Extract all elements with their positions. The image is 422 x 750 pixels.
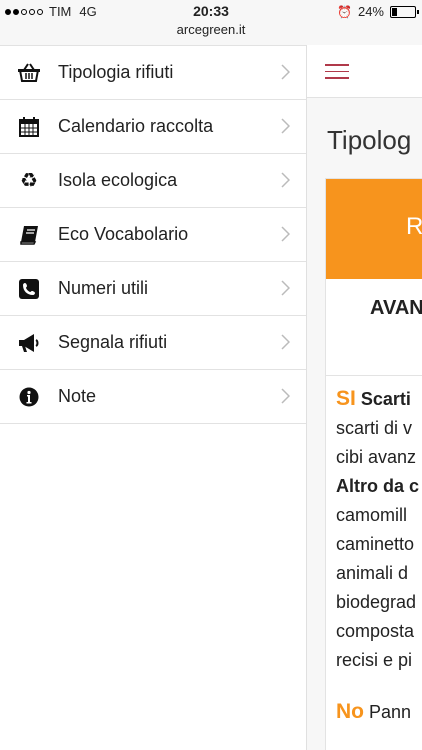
menu-item-label: Isola ecologica	[58, 170, 178, 190]
info-icon	[18, 386, 40, 408]
book-icon	[18, 224, 40, 246]
menu-item-calendario-raccolta[interactable]: Calendario raccolta	[0, 100, 306, 154]
chevron-right-icon	[281, 388, 290, 404]
card-header: R	[326, 179, 422, 279]
body-line: Altro da c	[336, 476, 420, 496]
body-line: Scarti	[360, 389, 411, 409]
body-line: caminetto	[336, 534, 415, 554]
no-label: No	[336, 700, 364, 723]
card-body: SI Scarti scarti di v cibi avanz Altro d…	[336, 384, 422, 727]
divider	[326, 375, 422, 376]
alarm-icon: ⏰	[337, 4, 352, 19]
side-menu: Tipologia rifiuti Calendario raccolta ♻ …	[0, 45, 306, 750]
body-line: biodegrad	[336, 592, 417, 612]
body-line: Pann	[369, 702, 412, 722]
menu-item-note[interactable]: Note	[0, 370, 306, 424]
hamburger-menu-icon[interactable]	[325, 64, 349, 84]
card-header-text: R	[406, 213, 422, 240]
status-right: ⏰ 24%	[337, 4, 419, 19]
chevron-right-icon	[281, 64, 290, 80]
body-line: scarti di v	[336, 418, 413, 438]
menu-item-label: Numeri utili	[58, 278, 149, 298]
chevron-right-icon	[281, 172, 290, 188]
menu-item-label: Eco Vocabolario	[58, 224, 189, 244]
megaphone-icon	[18, 332, 40, 354]
recycle-icon: ♻	[20, 170, 38, 192]
main-content: Tipolog R AVAN SI Scarti scarti di v cib…	[306, 45, 422, 750]
body-line: cibi avanz	[336, 447, 417, 467]
body-line: camomill	[336, 505, 408, 525]
battery-icon	[390, 5, 419, 18]
page-title: Tipolog	[327, 125, 412, 155]
menu-item-eco-vocabolario[interactable]: Eco Vocabolario	[0, 208, 306, 262]
menu-item-tipologia-rifiuti[interactable]: Tipologia rifiuti	[0, 46, 306, 100]
basket-icon	[18, 62, 40, 84]
calendar-icon	[18, 116, 40, 138]
body-line: composta	[336, 621, 415, 641]
menu-item-label: Segnala rifiuti	[58, 332, 168, 352]
card-subtitle: AVAN	[370, 297, 422, 319]
menu-item-isola-ecologica[interactable]: ♻ Isola ecologica	[0, 154, 306, 208]
body-line: animali d	[336, 563, 409, 583]
battery-percent: 24%	[357, 4, 384, 19]
url-bar[interactable]: arcegreen.it	[0, 22, 422, 44]
phone-icon	[18, 278, 40, 300]
menu-item-segnala-rifiuti[interactable]: Segnala rifiuti	[0, 316, 306, 370]
menu-item-label: Calendario raccolta	[58, 116, 214, 136]
menu-item-label: Note	[58, 386, 97, 406]
body-line: recisi e pi	[336, 650, 413, 670]
status-bar: TIM 4G 20:33 ⏰ 24%	[0, 0, 422, 22]
menu-item-numeri-utili[interactable]: Numeri utili	[0, 262, 306, 316]
menu-item-label: Tipologia rifiuti	[58, 62, 174, 82]
chevron-right-icon	[281, 118, 290, 134]
chevron-right-icon	[281, 226, 290, 242]
si-label: SI	[336, 387, 356, 410]
top-bar	[307, 45, 422, 98]
waste-type-card: R AVAN SI Scarti scarti di v cibi avanz …	[325, 178, 422, 750]
chevron-right-icon	[281, 280, 290, 296]
chevron-right-icon	[281, 334, 290, 350]
